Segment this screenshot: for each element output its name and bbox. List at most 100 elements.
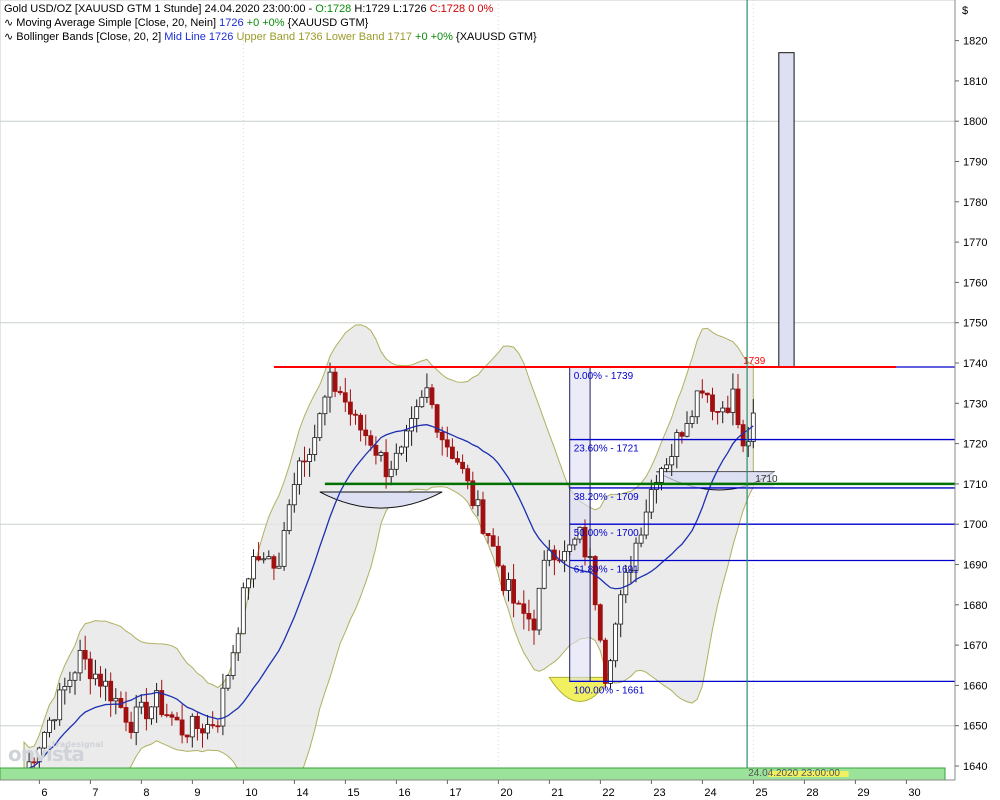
candle-body (363, 429, 369, 437)
candle-body (388, 468, 394, 478)
y-tick-label: 1810 (963, 76, 987, 88)
candle-body (347, 401, 353, 415)
x-tick-label: 29 (857, 787, 869, 799)
candle-body (296, 460, 302, 485)
candle-body (495, 545, 501, 567)
candle-body (77, 649, 83, 674)
y-tick-label: 1690 (963, 560, 987, 572)
candle-body (210, 724, 216, 727)
y-tick-label: 1700 (963, 519, 987, 531)
candle-body (103, 680, 108, 687)
candle-body (113, 698, 119, 702)
candle-body (276, 565, 282, 569)
candle-body (184, 734, 190, 738)
candle-body (511, 579, 517, 604)
x-tick-label: 14 (296, 787, 308, 799)
candle-body (490, 535, 496, 547)
candle-body (475, 499, 481, 507)
candle-body (715, 411, 720, 413)
candle-body (567, 544, 573, 552)
x-tick-label: 17 (449, 787, 461, 799)
candle-body (603, 639, 608, 684)
candle-body (98, 673, 103, 687)
candle-body (613, 623, 618, 662)
candle-body (720, 407, 726, 413)
candle-body (138, 701, 144, 708)
candle-body (87, 658, 93, 680)
candle-body (353, 413, 358, 416)
candle-body (82, 649, 88, 660)
x-tick-label: 15 (347, 787, 359, 799)
candle-body (669, 456, 675, 466)
x-tick-label: 30 (908, 787, 920, 799)
candle-body (189, 715, 195, 738)
watermark-logo: onvista tradesignal (8, 740, 104, 766)
price-chart[interactable]: 0.00% - 1739 23.60% - 1721 38.20% - 1709 50… (0, 0, 1000, 800)
candle-body (358, 414, 364, 431)
y-tick-label: 1780 (963, 197, 987, 209)
candle-body (414, 406, 420, 419)
candle-body (460, 461, 466, 470)
candle-body (572, 538, 578, 546)
x-tick-label: 25 (755, 787, 767, 799)
candle-body (342, 392, 348, 403)
candle-body (541, 559, 547, 589)
candle-body (123, 707, 129, 723)
candle-body (684, 423, 690, 437)
candle-body (251, 556, 256, 580)
candle-body (373, 444, 379, 456)
candle-body (664, 464, 669, 469)
candle-body (710, 394, 715, 412)
candle-body (164, 714, 170, 717)
candle-body (215, 725, 221, 728)
candle-body (108, 680, 114, 702)
candle-body (327, 371, 333, 398)
candle-body (281, 530, 287, 567)
bb-icon: ∿ (4, 31, 14, 43)
candle-body (317, 413, 323, 439)
candle-body (618, 594, 624, 625)
candle-body (730, 388, 736, 413)
candle-body (694, 390, 700, 418)
candle-body (235, 633, 241, 654)
candle-body (52, 719, 57, 722)
candle-body (271, 556, 277, 569)
candle-body (674, 432, 680, 457)
candle-body (439, 431, 445, 441)
candle-body (648, 489, 654, 513)
x-tick-label: 28 (806, 787, 818, 799)
candle-body (725, 407, 731, 413)
y-tick-label: 1800 (963, 116, 987, 128)
support-label: 1710 (755, 474, 778, 485)
candle-body (679, 432, 685, 437)
candle-body (480, 499, 486, 534)
candle-body (689, 416, 695, 424)
fib-label: 61.80% - 1691 (574, 564, 639, 575)
candle-body (383, 452, 389, 478)
candle-body (526, 613, 532, 620)
candle-body (149, 706, 154, 720)
candle-body (516, 602, 522, 605)
candle-body (531, 618, 537, 631)
candle-body (322, 396, 328, 415)
candle-body (608, 660, 613, 684)
y-tick-label: 1760 (963, 277, 987, 289)
header-line-price: Gold USD/OZ [XAUUSD GTM 1 Stunde] 24.04.… (4, 3, 494, 15)
header-line-bb: ∿ Bollinger Bands [Close, 20, 2] Mid Lin… (4, 31, 537, 43)
candle-body (240, 587, 246, 635)
fib-label: 0.00% - 1739 (574, 371, 634, 382)
candle-body (230, 652, 236, 676)
x-tick-label: 10 (245, 787, 257, 799)
fib-label: 38.20% - 1709 (574, 492, 639, 503)
x-tick-label: 21 (551, 787, 563, 799)
x-tick-label: 16 (398, 787, 410, 799)
candle-body (536, 587, 542, 631)
fib-label: 23.60% - 1721 (574, 444, 639, 455)
candle-body (500, 565, 506, 591)
y-tick-label: 1740 (963, 358, 987, 370)
candle-body (337, 391, 343, 394)
candle-body (368, 435, 374, 446)
header-line-ma: ∿ Moving Average Simple [Close, 20, Nein… (4, 17, 369, 29)
y-tick-label: 1650 (963, 721, 987, 733)
candle-body (256, 556, 262, 561)
